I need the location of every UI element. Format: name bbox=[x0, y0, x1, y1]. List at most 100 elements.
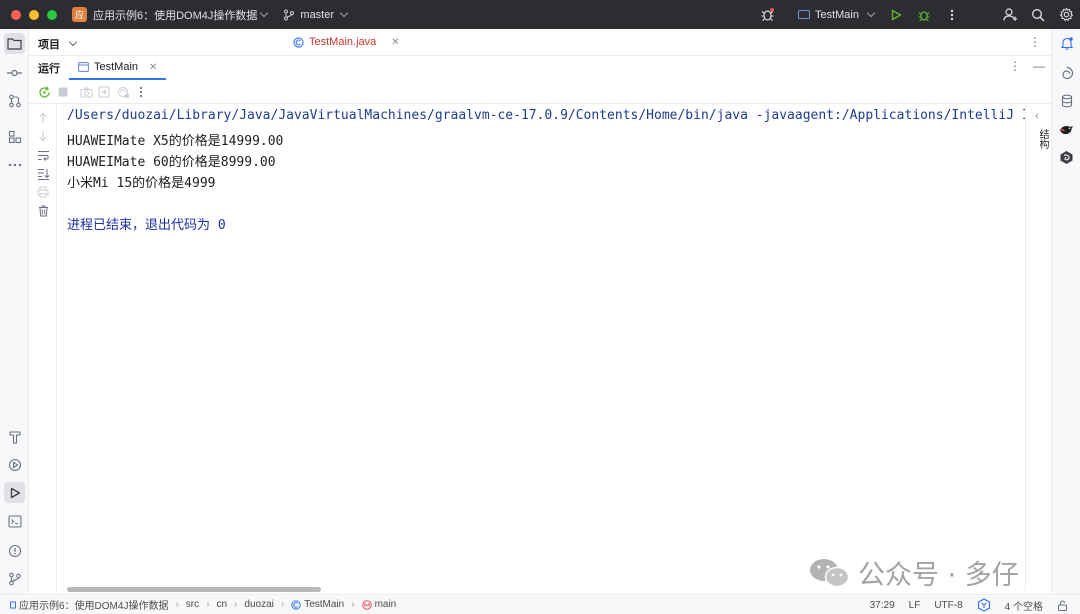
toolbar-more-icon[interactable] bbox=[134, 85, 148, 99]
cursor-position[interactable]: 37:29 bbox=[870, 600, 895, 611]
structure-tab-label[interactable]: 结构 bbox=[1035, 129, 1050, 149]
build-hammer-icon[interactable] bbox=[4, 426, 25, 447]
run-panel-title: 运行 bbox=[38, 63, 60, 75]
search-icon[interactable] bbox=[1024, 0, 1052, 29]
breadcrumb-testmain[interactable]: TestMain bbox=[291, 599, 344, 610]
settings-gear-icon[interactable] bbox=[1052, 0, 1080, 29]
stop-icon[interactable] bbox=[56, 85, 70, 99]
restore-layout-icon[interactable] bbox=[97, 85, 111, 99]
product-name: HUAWEIMate 60 bbox=[67, 155, 169, 170]
application-icon bbox=[797, 10, 810, 19]
more-tools-icon[interactable] bbox=[4, 154, 25, 175]
file-encoding[interactable]: UTF-8 bbox=[934, 600, 962, 611]
lock-icon[interactable] bbox=[1057, 599, 1068, 611]
structure-icon[interactable] bbox=[4, 126, 25, 147]
run-tab-label: TestMain bbox=[94, 61, 139, 73]
product-name: Mi 15 bbox=[93, 176, 133, 191]
version-control-icon[interactable] bbox=[4, 568, 25, 589]
database-icon[interactable] bbox=[1056, 90, 1077, 111]
plugin-spiral-icon[interactable] bbox=[1056, 147, 1077, 168]
console-output[interactable]: /Users/duozai/Library/Java/JavaVirtualMa… bbox=[57, 104, 1025, 590]
application-icon bbox=[78, 62, 89, 72]
run-panel-header: 运行 TestMain ✕ ⋮ — bbox=[29, 56, 1051, 80]
console-command-line: /Users/duozai/Library/Java/JavaVirtualMa… bbox=[67, 108, 1025, 123]
breadcrumb-src[interactable]: src bbox=[186, 599, 199, 610]
top-header-row: 项目 TestMain.java ✕ ⋮ bbox=[29, 29, 1051, 56]
java-class-icon bbox=[291, 599, 301, 610]
price-value: 8999.00 bbox=[220, 155, 276, 170]
hide-panel-icon[interactable]: — bbox=[1033, 59, 1045, 73]
minimize-window-button[interactable] bbox=[29, 9, 39, 20]
chevron-left-icon[interactable]: ‹ bbox=[1035, 110, 1039, 122]
run-tab-testmain[interactable]: TestMain ✕ bbox=[69, 56, 167, 80]
ai-assistant-icon[interactable] bbox=[1056, 62, 1077, 83]
line-separator[interactable]: LF bbox=[909, 600, 921, 611]
console-output-line: HUAWEIMate X5的价格是14999.00 bbox=[67, 130, 283, 149]
price-value: 14999.00 bbox=[220, 134, 284, 149]
thread-dump-icon[interactable] bbox=[116, 85, 130, 99]
maximize-window-button[interactable] bbox=[47, 9, 57, 20]
close-window-button[interactable] bbox=[11, 9, 21, 20]
debug-bug-icon[interactable] bbox=[754, 0, 782, 29]
horizontal-scrollbar[interactable] bbox=[67, 587, 321, 592]
structure-side-panel: ‹ 结构 bbox=[1025, 104, 1051, 590]
product-name-cn: 小米 bbox=[67, 176, 94, 191]
branch-selector[interactable]: master bbox=[283, 8, 349, 21]
git-branch-icon bbox=[284, 9, 295, 20]
services-icon[interactable] bbox=[4, 454, 25, 475]
problems-icon[interactable] bbox=[4, 540, 25, 561]
project-panel-header[interactable]: 项目 bbox=[38, 36, 78, 52]
run-icon[interactable] bbox=[882, 0, 910, 29]
wechat-watermark: 公众号 · 多仔 bbox=[808, 553, 1019, 592]
project-folder-icon[interactable] bbox=[4, 33, 25, 54]
console-exit-line: 进程已结束，退出代码为 0 bbox=[67, 214, 226, 233]
breadcrumb-project[interactable]: 应用示例6：使用DOM4J操作数据 bbox=[10, 597, 168, 612]
soft-wrap-icon[interactable] bbox=[36, 148, 50, 162]
run-tool-icon[interactable] bbox=[4, 482, 25, 503]
arrow-down-icon[interactable] bbox=[36, 129, 50, 143]
debug-icon[interactable] bbox=[910, 0, 938, 29]
project-selector[interactable]: 应用示例6：使用DOM4J操作数据 bbox=[93, 7, 257, 23]
notifications-bell-icon[interactable] bbox=[1056, 33, 1077, 54]
screenshot-camera-icon[interactable] bbox=[79, 85, 93, 99]
add-user-icon[interactable] bbox=[996, 0, 1024, 29]
close-tab-icon[interactable]: ✕ bbox=[391, 37, 399, 48]
console-output-line: HUAWEIMate 60的价格是8999.00 bbox=[67, 151, 276, 170]
left-tool-strip bbox=[0, 29, 29, 594]
commit-icon[interactable] bbox=[4, 62, 25, 83]
close-run-tab-icon[interactable]: ✕ bbox=[149, 62, 157, 73]
price-label: 的价格是 bbox=[168, 155, 221, 170]
tabs-more-icon[interactable]: ⋮ bbox=[1029, 35, 1041, 49]
status-bar: 应用示例6：使用DOM4J操作数据 › src › cn › duozai › … bbox=[0, 594, 1080, 614]
wechat-logo-icon bbox=[810, 558, 850, 587]
exit-code: 0 bbox=[217, 218, 226, 233]
project-badge[interactable]: 应 bbox=[72, 7, 87, 22]
ai-status-icon[interactable] bbox=[977, 598, 991, 612]
run-configuration-selector[interactable]: TestMain bbox=[790, 8, 882, 21]
rerun-icon[interactable] bbox=[37, 85, 51, 99]
run-panel-options-icon[interactable]: ⋮ bbox=[1009, 59, 1021, 73]
run-toolbar bbox=[29, 80, 1051, 104]
pull-requests-icon[interactable] bbox=[4, 90, 25, 111]
terminal-icon[interactable] bbox=[4, 511, 25, 532]
method-icon bbox=[361, 599, 372, 610]
java-class-icon bbox=[293, 36, 304, 48]
right-tool-strip bbox=[1051, 29, 1080, 594]
editor-tab[interactable]: TestMain.java ✕ bbox=[293, 36, 400, 48]
print-icon[interactable] bbox=[36, 185, 50, 199]
indent-setting[interactable]: 4 个空格 bbox=[1005, 598, 1043, 613]
more-actions-icon[interactable] bbox=[938, 0, 966, 29]
scroll-to-end-icon[interactable] bbox=[36, 167, 50, 181]
arrow-up-icon[interactable] bbox=[36, 111, 50, 125]
breadcrumb-cn[interactable]: cn bbox=[216, 599, 227, 610]
breadcrumb-duozai[interactable]: duozai bbox=[244, 599, 273, 610]
breadcrumb-main[interactable]: main bbox=[361, 599, 396, 610]
product-name: HUAWEIMate X5 bbox=[67, 134, 169, 149]
clear-trash-icon[interactable] bbox=[36, 204, 50, 218]
title-bar: 应 应用示例6：使用DOM4J操作数据 master TestMain bbox=[0, 0, 1080, 29]
plugin-bird-icon[interactable] bbox=[1056, 119, 1077, 140]
branch-name: master bbox=[300, 8, 335, 21]
exit-message: 进程已结束，退出代码为 bbox=[67, 218, 211, 233]
project-panel-title: 项目 bbox=[38, 39, 60, 51]
console-output-line: 小米Mi 15的价格是4999 bbox=[67, 172, 215, 191]
